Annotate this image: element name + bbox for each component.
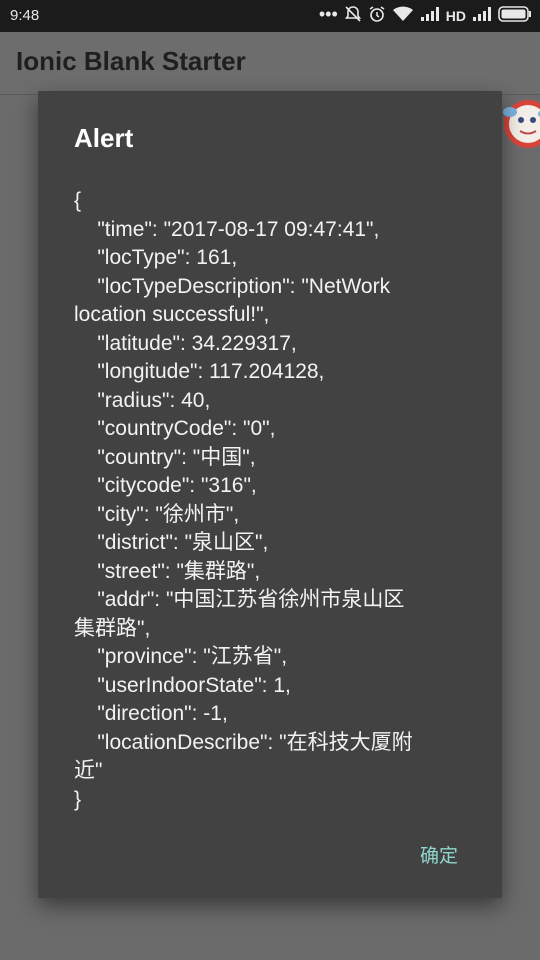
alarm-off-icon xyxy=(344,5,362,27)
signal-icon xyxy=(420,6,440,26)
wifi-icon xyxy=(392,5,414,27)
alarm-icon xyxy=(368,5,386,27)
signal-icon-2 xyxy=(472,6,492,26)
floating-mascot-icon[interactable] xyxy=(498,90,540,158)
status-bar: 9:48 ••• HD xyxy=(0,0,540,32)
app-header: Ionic Blank Starter xyxy=(0,32,540,95)
app-title: Ionic Blank Starter xyxy=(16,46,246,76)
more-dots-icon: ••• xyxy=(318,4,338,24)
network-type-label: HD xyxy=(445,8,466,24)
alert-dialog: Alert { "time": "2017-08-17 09:47:41", "… xyxy=(38,91,502,898)
battery-icon xyxy=(498,6,532,26)
status-time: 9:48 xyxy=(10,7,40,24)
alert-message: { "time": "2017-08-17 09:47:41", "locTyp… xyxy=(74,189,413,811)
status-icons: ••• HD xyxy=(318,4,532,27)
alert-title: Alert xyxy=(74,123,134,153)
ok-button[interactable]: 确定 xyxy=(420,841,458,868)
